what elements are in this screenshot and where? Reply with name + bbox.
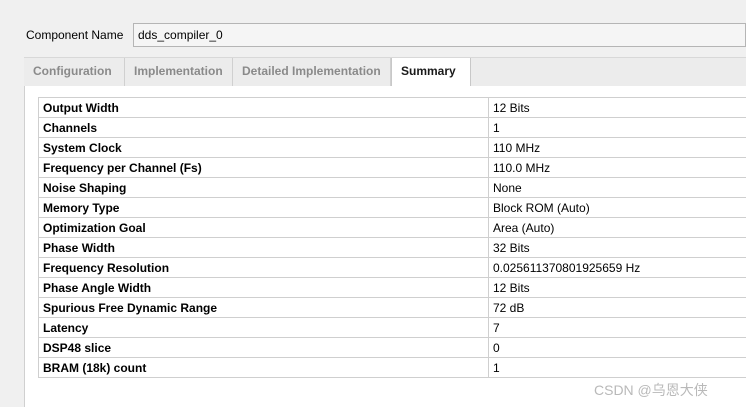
- summary-key: System Clock: [38, 137, 489, 158]
- summary-key: Phase Width: [38, 237, 489, 258]
- summary-value: 110.0 MHz: [488, 157, 746, 178]
- summary-key: Optimization Goal: [38, 217, 489, 238]
- summary-key: Spurious Free Dynamic Range: [38, 297, 489, 318]
- table-row: Frequency Resolution 0.025611370801925659…: [38, 257, 746, 278]
- summary-key: Frequency Resolution: [38, 257, 489, 278]
- summary-key: Noise Shaping: [38, 177, 489, 198]
- table-row: Channels 1: [38, 117, 746, 138]
- summary-key: DSP48 slice: [38, 337, 489, 358]
- summary-value: None: [488, 177, 746, 198]
- summary-value: 0: [488, 337, 746, 358]
- table-row: Phase Angle Width 12 Bits: [38, 277, 746, 298]
- table-row: BRAM (18k) count 1: [38, 357, 746, 378]
- component-name-input[interactable]: [133, 23, 746, 47]
- table-row: Phase Width 32 Bits: [38, 237, 746, 258]
- summary-value: 1: [488, 117, 746, 138]
- summary-key: Memory Type: [38, 197, 489, 218]
- summary-value: Area (Auto): [488, 217, 746, 238]
- table-row: System Clock 110 MHz: [38, 137, 746, 158]
- tab-bar: Configuration Implementation Detailed Im…: [24, 57, 746, 88]
- watermark: CSDN @乌恩大侠: [594, 382, 708, 398]
- component-name-row: Component Name: [0, 22, 746, 50]
- summary-value: 1: [488, 357, 746, 378]
- summary-value: 72 dB: [488, 297, 746, 318]
- summary-key: Latency: [38, 317, 489, 338]
- summary-value: 110 MHz: [488, 137, 746, 158]
- summary-key: Output Width: [38, 97, 489, 118]
- table-row: Optimization Goal Area (Auto): [38, 217, 746, 238]
- table-row: Output Width 12 Bits: [38, 97, 746, 118]
- table-row: Spurious Free Dynamic Range 72 dB: [38, 297, 746, 318]
- table-row: DSP48 slice 0: [38, 337, 746, 358]
- summary-value: 7: [488, 317, 746, 338]
- table-row: Memory Type Block ROM (Auto): [38, 197, 746, 218]
- summary-value: 12 Bits: [488, 277, 746, 298]
- tab-configuration[interactable]: Configuration: [24, 58, 125, 86]
- tab-summary[interactable]: Summary: [391, 58, 471, 88]
- summary-key: Frequency per Channel (Fs): [38, 157, 489, 178]
- summary-value: Block ROM (Auto): [488, 197, 746, 218]
- summary-value: 0.025611370801925659 Hz: [488, 257, 746, 278]
- summary-table: Output Width 12 Bits Channels 1 System Clo…: [38, 97, 746, 378]
- table-row: Latency 7: [38, 317, 746, 338]
- summary-value: 12 Bits: [488, 97, 746, 118]
- table-row: Frequency per Channel (Fs) 110.0 MHz: [38, 157, 746, 178]
- table-row: Noise Shaping None: [38, 177, 746, 198]
- summary-panel: Output Width 12 Bits Channels 1 System Clo…: [24, 86, 746, 407]
- summary-key: Phase Angle Width: [38, 277, 489, 298]
- summary-key: Channels: [38, 117, 489, 138]
- tab-implementation[interactable]: Implementation: [125, 58, 233, 86]
- summary-value: 32 Bits: [488, 237, 746, 258]
- component-name-label: Component Name: [26, 28, 124, 42]
- summary-key: BRAM (18k) count: [38, 357, 489, 378]
- tab-detailed-implementation[interactable]: Detailed Implementation: [233, 58, 391, 86]
